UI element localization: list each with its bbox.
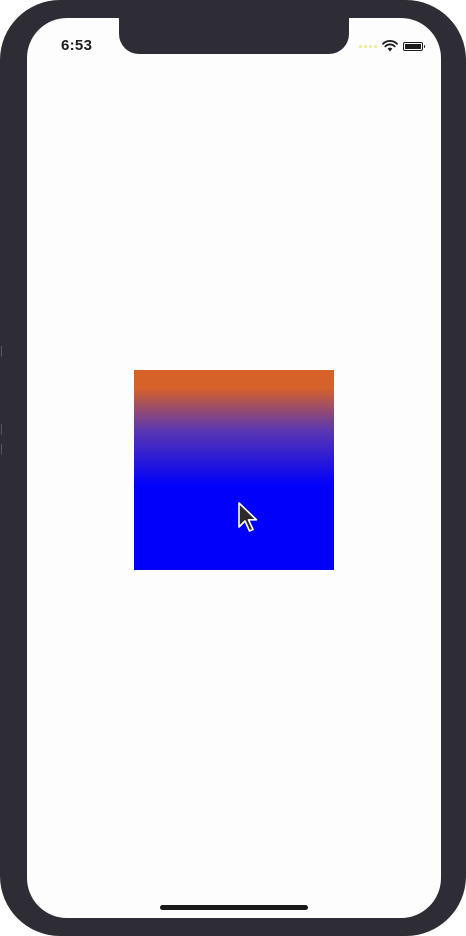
edge-glyph: | [0,345,3,357]
status-time: 6:53 [61,37,93,54]
edge-glyph: | [0,443,3,455]
cursor-arrow-icon [238,502,258,532]
status-icons [359,40,425,52]
wifi-icon [382,40,398,52]
home-indicator[interactable] [160,905,308,910]
gradient-view[interactable] [134,370,334,570]
app-screen: 6:53 [27,18,441,918]
battery-icon [403,41,425,51]
device-notch [119,18,349,54]
signal-icon [359,44,377,48]
battery-level [405,43,421,49]
device-frame: 6:53 | | | [0,0,466,936]
edge-glyph: | [0,423,3,435]
